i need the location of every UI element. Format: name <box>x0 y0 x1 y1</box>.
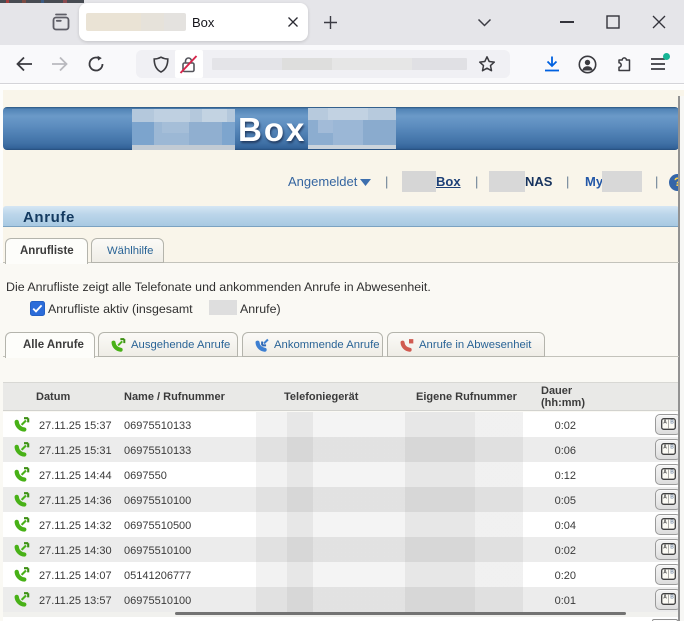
svg-text:A: A <box>663 595 667 601</box>
svg-text:A: A <box>663 445 667 451</box>
svg-text:A: A <box>663 470 667 476</box>
svg-text:B: B <box>670 545 674 551</box>
svg-text:B: B <box>670 570 674 576</box>
svg-text:B: B <box>670 495 674 501</box>
svg-text:A: A <box>663 545 667 551</box>
svg-text:B: B <box>670 520 674 526</box>
svg-text:B: B <box>670 445 674 451</box>
svg-text:A: A <box>663 520 667 526</box>
svg-text:B: B <box>670 595 674 601</box>
svg-text:A: A <box>663 495 667 501</box>
svg-text:A: A <box>663 570 667 576</box>
svg-text:B: B <box>670 470 674 476</box>
svg-text:A: A <box>663 420 667 426</box>
svg-text:B: B <box>670 420 674 426</box>
